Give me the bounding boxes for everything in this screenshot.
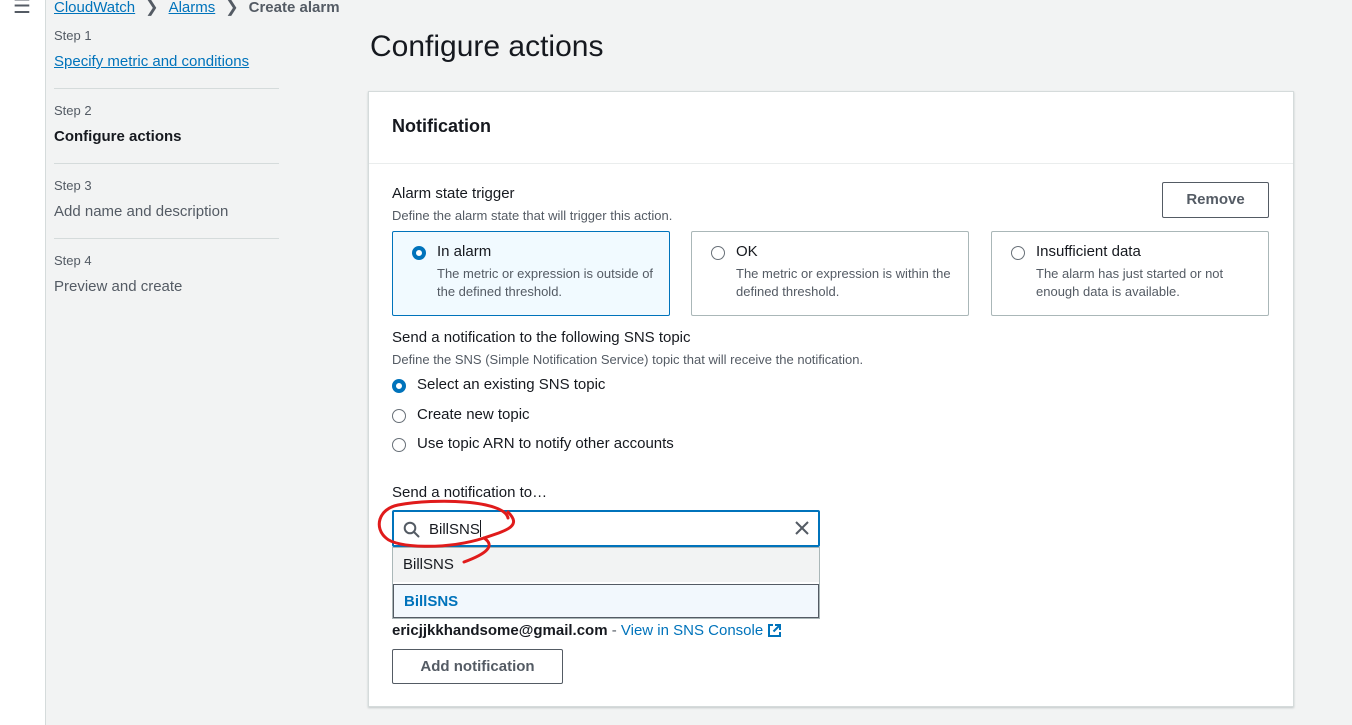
step-title-add-name: Add name and description <box>54 203 229 220</box>
alarm-state-trigger-desc: Define the alarm state that will trigger… <box>392 208 673 223</box>
topic-dropdown: BillSNS BillSNS <box>392 547 820 619</box>
menu-icon[interactable]: ☰ <box>13 0 31 17</box>
breadcrumb-cloudwatch[interactable]: CloudWatch <box>54 0 135 16</box>
send-to-label: Send a notification to… <box>392 484 548 501</box>
view-sns-console-link[interactable]: View in SNS Console <box>621 622 782 639</box>
radio-unselected[interactable] <box>392 438 406 452</box>
trigger-desc: The alarm has just started or not enough… <box>1036 266 1224 299</box>
radio-selected[interactable] <box>412 246 426 260</box>
alarm-state-trigger-label: Alarm state trigger <box>392 185 515 202</box>
subscription-info: ericjjkkhandsome@gmail.com - View in SNS… <box>392 622 782 642</box>
step-2: Step 2 Configure actions <box>54 103 279 164</box>
chevron-right-icon: ❯ <box>145 0 159 16</box>
chevron-right-icon: ❯ <box>225 0 239 16</box>
trigger-tile-insufficient-data[interactable]: Insufficient data The alarm has just sta… <box>991 231 1269 316</box>
external-link-icon <box>767 623 782 642</box>
trigger-tile-ok[interactable]: OK The metric or expression is within th… <box>691 231 969 316</box>
radio-unselected[interactable] <box>1011 246 1025 260</box>
step-title-configure-actions: Configure actions <box>54 128 182 145</box>
trigger-tile-in-alarm[interactable]: In alarm The metric or expression is out… <box>392 231 670 316</box>
sns-topic-label: Send a notification to the following SNS… <box>392 329 691 346</box>
wizard-steps: Step 1 Specify metric and conditions Ste… <box>54 28 279 327</box>
step-title-preview: Preview and create <box>54 278 183 295</box>
search-icon <box>403 521 420 543</box>
page-title: Configure actions <box>370 30 604 63</box>
breadcrumb: CloudWatch ❯ Alarms ❯ Create alarm <box>54 0 340 17</box>
separator: - <box>607 622 621 639</box>
subscription-email: ericjjkkhandsome@gmail.com <box>392 622 608 639</box>
dropdown-group-header: BillSNS <box>393 548 819 582</box>
sns-topic-desc: Define the SNS (Simple Notification Serv… <box>392 352 864 367</box>
sns-option-label: Select an existing SNS topic <box>417 376 606 393</box>
step-4: Step 4 Preview and create <box>54 253 279 313</box>
trigger-title: Insufficient data <box>1036 243 1141 260</box>
trigger-title: In alarm <box>437 243 492 260</box>
search-value: BillSNS <box>429 520 481 538</box>
trigger-desc: The metric or expression is outside of t… <box>437 266 654 299</box>
step-number: Step 1 <box>54 28 92 43</box>
panel-title: Notification <box>392 116 491 136</box>
trigger-title: OK <box>736 243 758 260</box>
step-3: Step 3 Add name and description <box>54 178 279 239</box>
add-notification-button[interactable]: Add notification <box>392 649 563 684</box>
sns-option-label: Create new topic <box>417 406 530 423</box>
breadcrumb-alarms[interactable]: Alarms <box>169 0 216 16</box>
step-number: Step 4 <box>54 253 92 268</box>
trigger-desc: The metric or expression is within the d… <box>736 266 951 299</box>
side-navigation: ☰ <box>0 0 46 725</box>
radio-selected[interactable] <box>392 379 406 393</box>
breadcrumb-current: Create alarm <box>248 0 340 16</box>
dropdown-option-billsns[interactable]: BillSNS <box>393 584 819 618</box>
radio-unselected[interactable] <box>392 409 406 423</box>
step-number: Step 3 <box>54 178 92 193</box>
panel-header: Notification <box>369 92 1293 164</box>
sns-option-label: Use topic ARN to notify other accounts <box>417 435 674 452</box>
step-link-specify-metric[interactable]: Specify metric and conditions <box>54 52 279 72</box>
remove-button[interactable]: Remove <box>1162 182 1269 218</box>
step-number: Step 2 <box>54 103 92 118</box>
close-icon[interactable] <box>794 520 810 541</box>
topic-search-input[interactable]: BillSNS <box>392 510 820 547</box>
notification-panel: Notification Alarm state trigger Define … <box>368 91 1294 707</box>
radio-unselected[interactable] <box>711 246 725 260</box>
step-1: Step 1 Specify metric and conditions <box>54 28 279 89</box>
